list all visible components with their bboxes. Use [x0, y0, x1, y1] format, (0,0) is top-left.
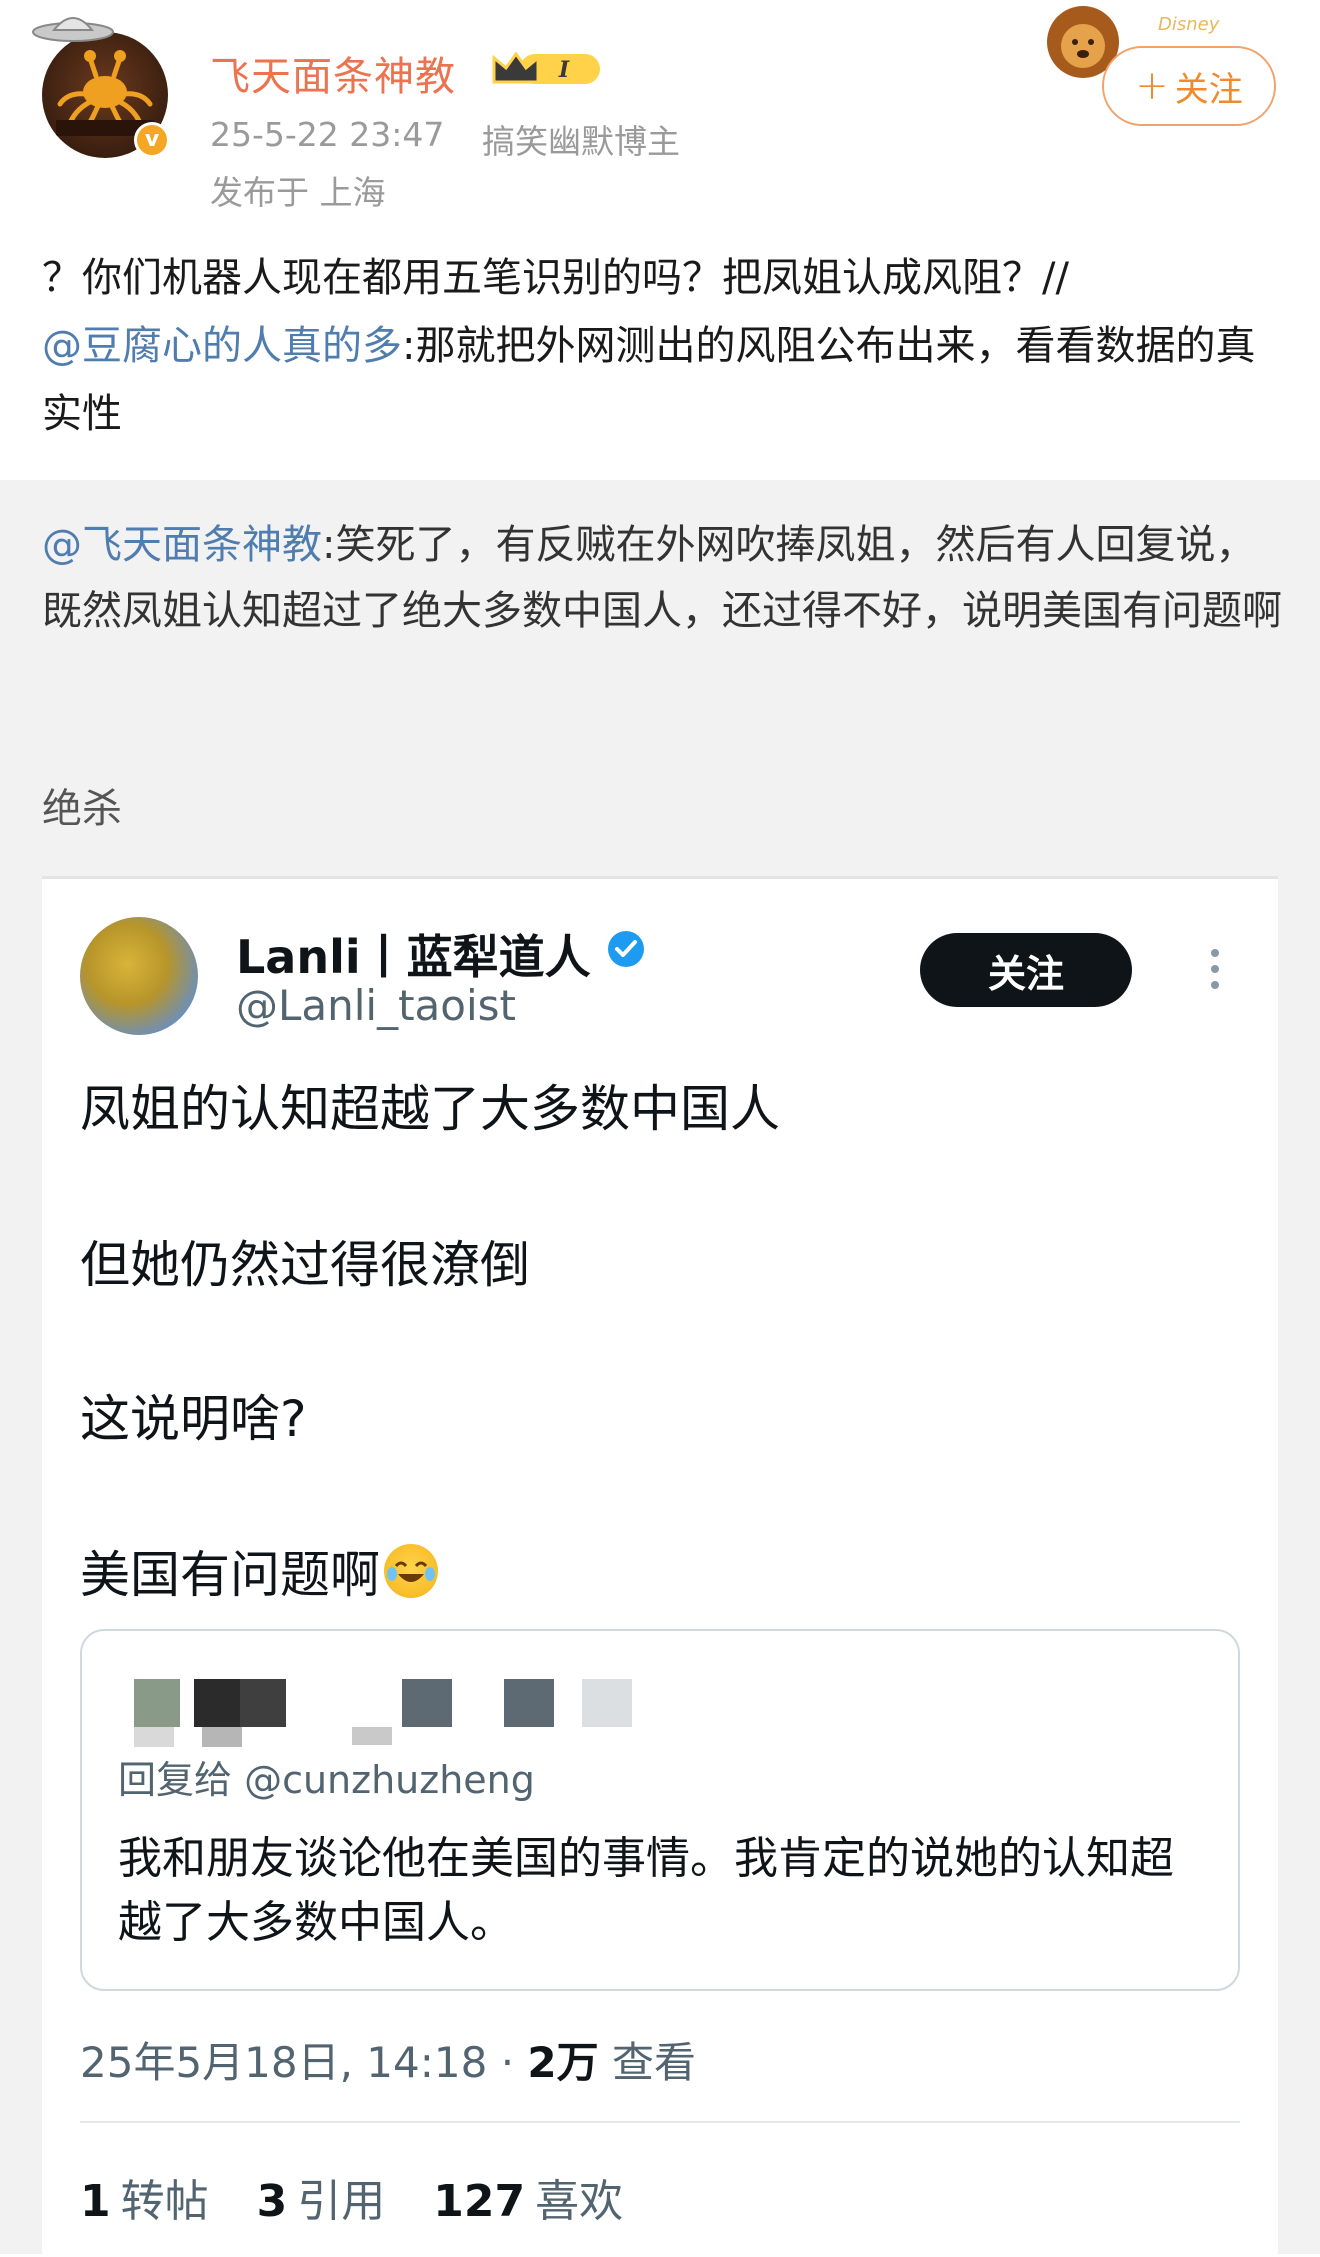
tweet-author-avatar — [80, 917, 198, 1035]
quoted-tweet-body: 我和朋友谈论他在美国的事情。我肯定的说她的认知超越了大多数中国人。 — [118, 1833, 1174, 1948]
quote-label: 引用 — [297, 2176, 386, 2227]
author-tag: 搞笑幽默博主 — [482, 122, 680, 161]
follow-button[interactable]: + 关注 — [1102, 46, 1276, 126]
mosaic-block — [202, 1727, 242, 1747]
plus-icon: + — [1135, 63, 1169, 109]
tweet-author-name: Lanli丨蓝犁道人 — [236, 930, 591, 984]
repost-extra-text: 绝杀 — [42, 786, 122, 832]
tweet-stats: 1 转帖 3 引用 127 喜欢 — [80, 2165, 657, 2229]
tweet-follow-button: 关注 — [920, 933, 1132, 1007]
embedded-tweet-image[interactable]: Lanli丨蓝犁道人 @Lanli_taoist 关注 凤姐的认知超越了大多数中… — [42, 876, 1278, 2257]
laughing-emoji-icon — [384, 1544, 438, 1598]
more-options-icon — [1211, 949, 1219, 989]
follow-button-label: 关注 — [1174, 69, 1243, 110]
tweet-views-count: 2万 — [527, 2038, 599, 2087]
mosaic-block — [194, 1679, 240, 1727]
mosaic-block — [240, 1679, 286, 1727]
quote-count: 3 — [256, 2176, 288, 2227]
tweet-divider — [80, 2121, 1240, 2123]
tweet-line-4: 美国有问题啊 — [80, 1535, 438, 1607]
repost-container[interactable]: @飞天面条神教:笑死了，有反贼在外网吹捧凤姐，然后有人回复说，既然凤姐认知超过了… — [0, 480, 1320, 2257]
mosaic-block — [352, 1727, 392, 1745]
mosaic-block — [402, 1679, 452, 1727]
ufo-icon — [32, 17, 114, 42]
mosaic-block — [504, 1679, 554, 1727]
post-time: 25-5-22 23:47 — [210, 115, 445, 154]
blue-verified-icon — [608, 931, 644, 967]
like-label: 喜欢 — [535, 2176, 624, 2227]
verified-badge-icon: v — [134, 122, 170, 158]
disney-logo-decoration: Disney — [1158, 14, 1220, 35]
quoted-reply-to: 回复给 @cunzhuzheng — [118, 1758, 535, 1802]
tweet-line-3: 这说明啥? — [80, 1390, 307, 1448]
tweet-meta: 25年5月18日, 14:18 · 2万 查看 — [80, 2029, 696, 2090]
mosaic-block — [582, 1679, 632, 1727]
repost-mention-link[interactable]: @飞天面条神教 — [42, 522, 322, 568]
post-location: 发布于 上海 — [210, 173, 386, 212]
quoted-tweet-card: 回复给 @cunzhuzheng 我和朋友谈论他在美国的事情。我肯定的说她的认知… — [80, 1629, 1240, 1991]
username[interactable]: 飞天面条神教 — [210, 44, 456, 102]
tweet-line-4-text: 美国有问题啊 — [80, 1546, 380, 1604]
tweet-date: 25年5月18日, 14:18 · — [80, 2038, 528, 2087]
mosaic-block — [134, 1727, 174, 1747]
retweet-label: 转帖 — [120, 2176, 209, 2227]
retweet-count: 1 — [80, 2176, 111, 2227]
post-header: v 飞天面条神教 I 25-5-22 23:47 搞笑幽默博主 发布于 上海 D… — [0, 0, 1320, 220]
tweet-author-handle: @Lanli_taoist — [236, 981, 517, 1030]
like-count: 127 — [433, 2176, 526, 2227]
mosaic-block — [134, 1679, 180, 1727]
tweet-line-2: 但她仍然过得很潦倒 — [80, 1236, 530, 1294]
vip-level: I — [558, 57, 570, 83]
post-text: ？你们机器人现在都用五笔识别的吗？把凤姐认成风阻？//@豆腐心的人真的多:那就把… — [42, 244, 1282, 448]
vip-crown-badge-icon: I — [492, 51, 600, 84]
mention-link[interactable]: @豆腐心的人真的多 — [42, 323, 402, 369]
post-text-before: ？你们机器人现在都用五笔识别的吗？把凤姐认成风阻？// — [42, 255, 1069, 301]
tweet-views-label: 查看 — [612, 2038, 697, 2087]
tweet-line-1: 凤姐的认知超越了大多数中国人 — [80, 1080, 780, 1138]
repost-text: @飞天面条神教:笑死了，有反贼在外网吹捧凤姐，然后有人回复说，既然凤姐认知超过了… — [42, 512, 1282, 644]
